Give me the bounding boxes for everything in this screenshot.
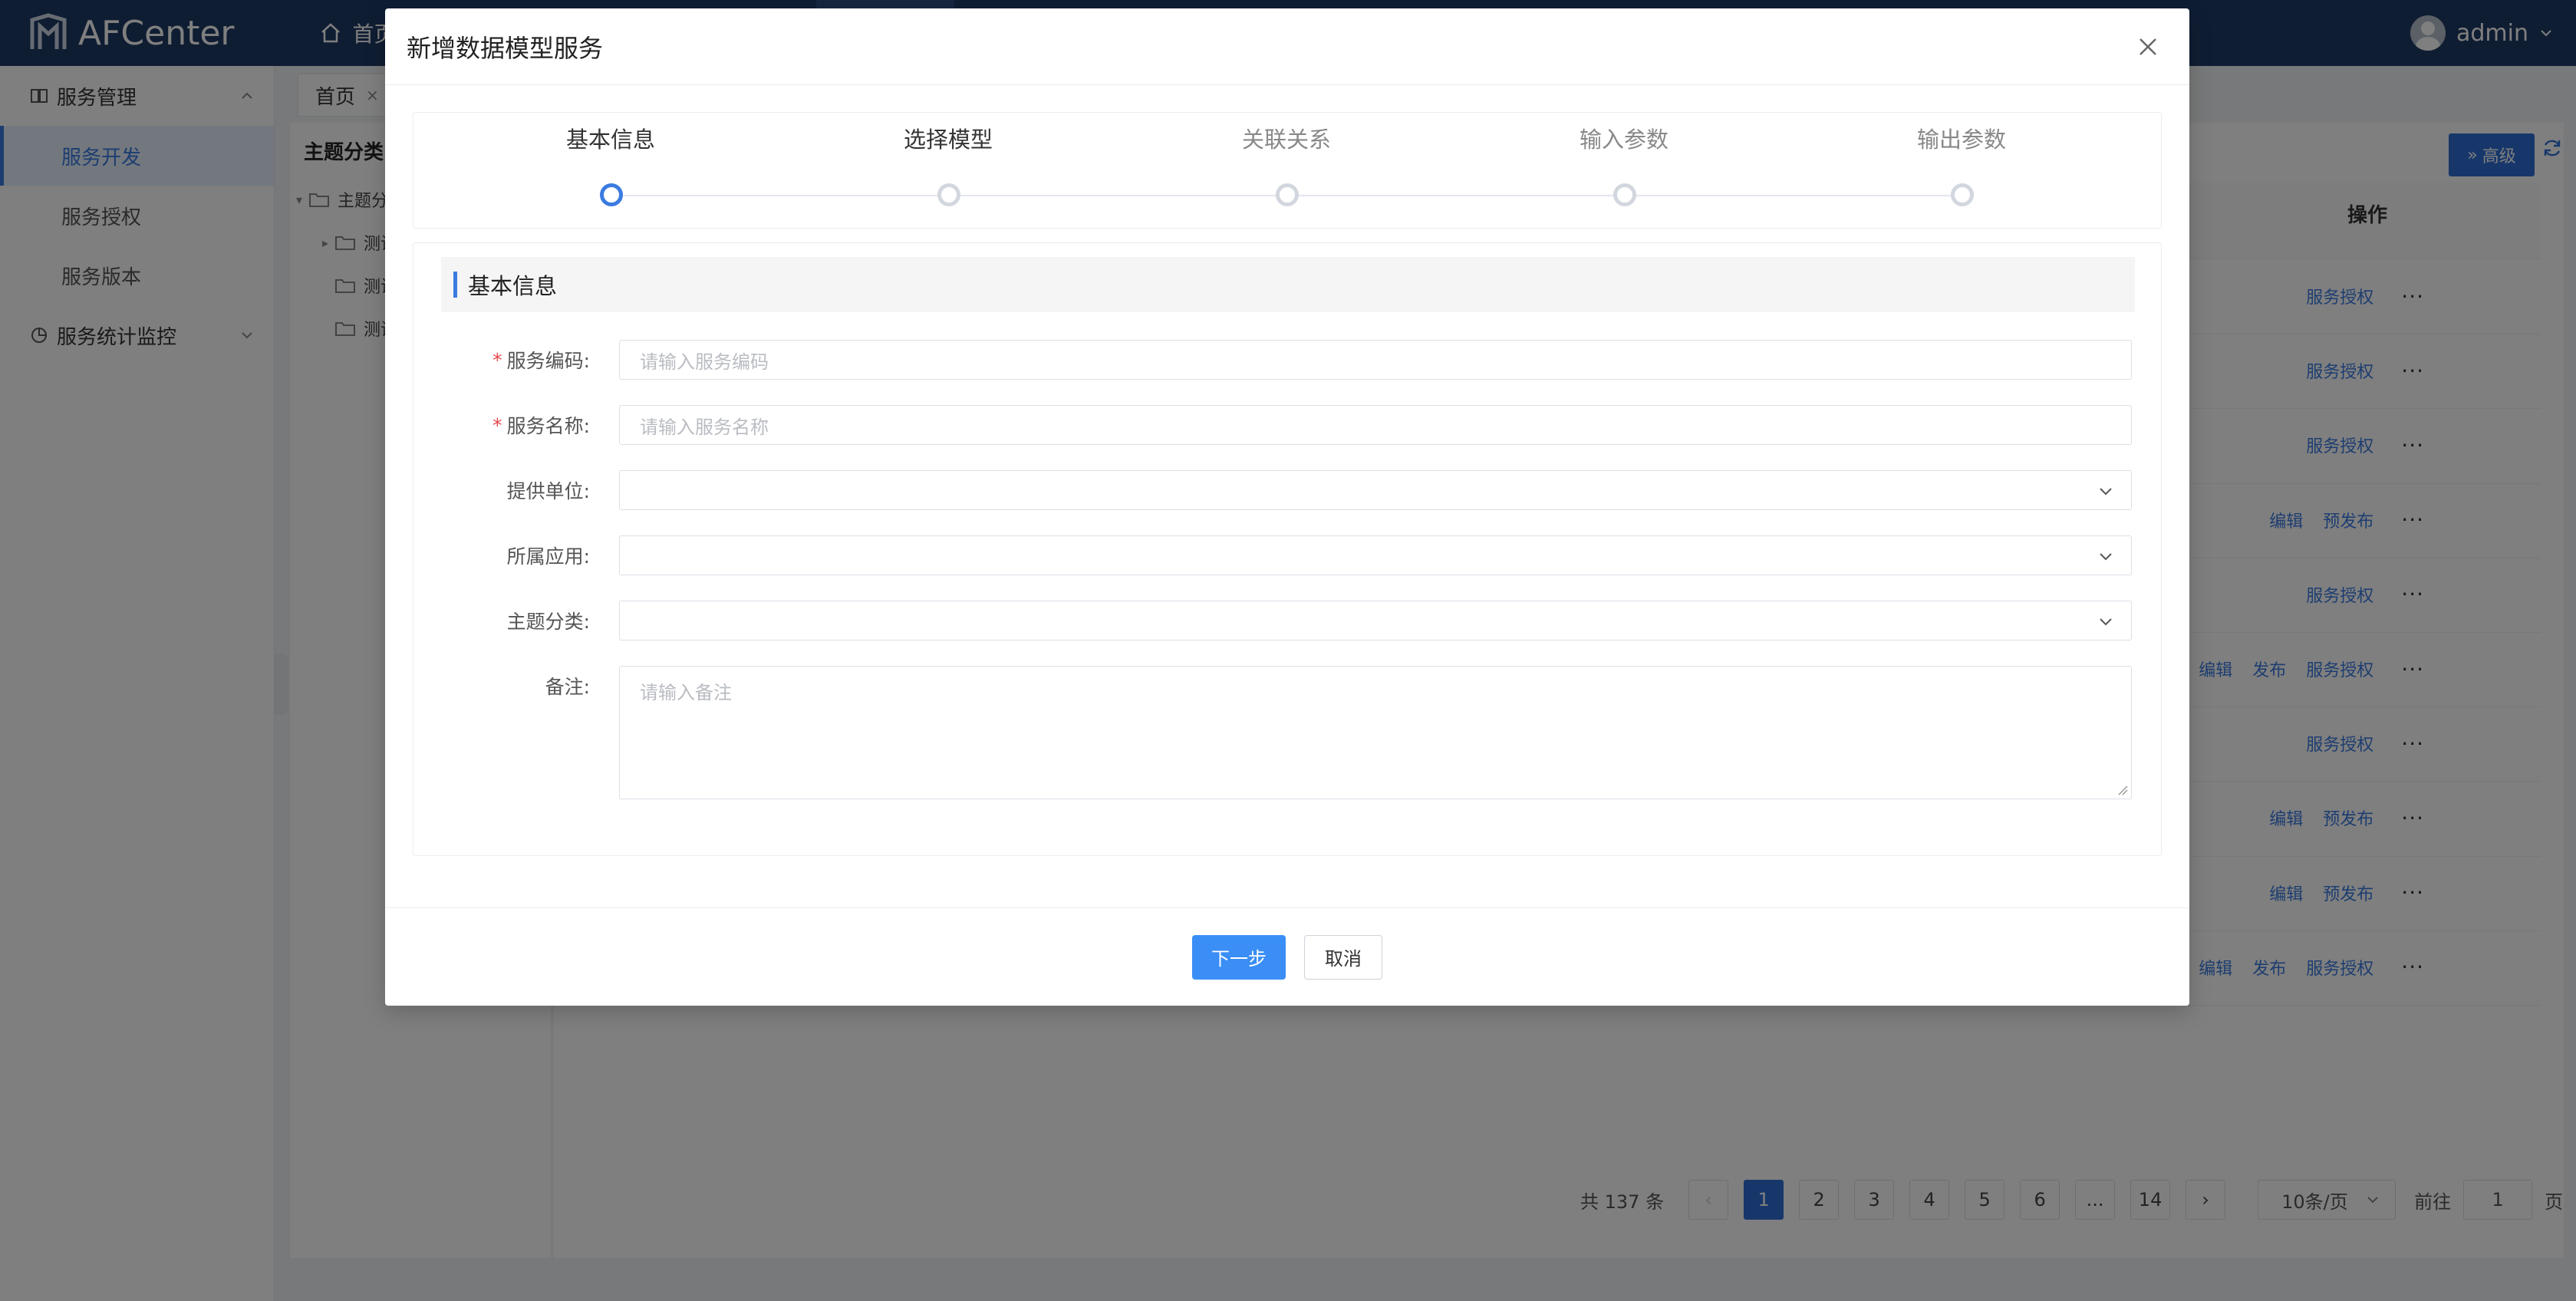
service-name-input[interactable]: 请输入服务名称 <box>619 405 2132 445</box>
form-row-provider-unit: 提供单位: <box>413 470 2163 510</box>
textarea-placeholder: 请输入备注 <box>640 682 732 703</box>
step-dot <box>600 183 623 206</box>
step-label: 基本信息 <box>565 127 655 153</box>
step-dot <box>937 183 960 206</box>
step-select-model[interactable]: 选择模型 <box>833 113 1063 229</box>
step-label: 选择模型 <box>903 127 993 153</box>
steps-indicator: 基本信息 选择模型 关联关系 输入参数 输出参数 <box>413 112 2162 229</box>
modal-title: 新增数据模型服务 <box>407 33 604 63</box>
field-label: 提供单位: <box>413 470 590 510</box>
field-label-text: 所属应用: <box>506 545 590 568</box>
required-mark: * <box>492 413 502 436</box>
step-label: 输入参数 <box>1579 127 1668 153</box>
form-row-service-name: * 服务名称: 请输入服务名称 <box>413 405 2163 445</box>
field-label-text: 服务名称: <box>506 415 590 437</box>
add-service-modal: 新增数据模型服务 基本信息 选择模型 关联关系 输入参数 输出参数 基本信息 *… <box>385 8 2189 1006</box>
field-label: * 服务编码: <box>413 340 590 380</box>
required-mark: * <box>492 348 502 371</box>
step-relations[interactable]: 关联关系 <box>1171 113 1402 229</box>
field-label: 所属应用: <box>413 535 590 575</box>
input-placeholder: 请输入服务名称 <box>640 416 769 438</box>
close-icon[interactable] <box>2136 35 2160 59</box>
form-row-application: 所属应用: <box>413 535 2163 575</box>
step-output-params[interactable]: 输出参数 <box>1846 113 2077 229</box>
cancel-button[interactable]: 取消 <box>1304 934 1382 980</box>
field-label-text: 主题分类: <box>506 611 590 633</box>
input-placeholder: 请输入服务编码 <box>640 351 769 373</box>
step-input-params[interactable]: 输入参数 <box>1509 113 1739 229</box>
step-dot <box>1276 183 1299 206</box>
modal-header: 新增数据模型服务 <box>385 8 2189 85</box>
field-label-text: 备注: <box>545 676 590 698</box>
field-label-text: 提供单位: <box>506 480 590 502</box>
next-step-button[interactable]: 下一步 <box>1192 934 1286 980</box>
basic-info-form: 基本信息 * 服务编码: 请输入服务编码 * 服务名称: 请输入服务名称 提供单… <box>413 242 2162 856</box>
chevron-down-icon <box>2100 553 2112 561</box>
resize-handle-icon[interactable] <box>2117 785 2128 795</box>
chevron-down-icon <box>2100 488 2112 496</box>
form-row-topic-category: 主题分类: <box>413 601 2163 641</box>
modal-footer: 下一步 取消 <box>385 907 2189 1006</box>
form-row-service-code: * 服务编码: 请输入服务编码 <box>413 340 2163 380</box>
service-code-input[interactable]: 请输入服务编码 <box>619 340 2132 380</box>
chevron-down-icon <box>2100 618 2112 626</box>
section-accent-bar <box>453 272 457 298</box>
section-title: 基本信息 <box>468 273 558 299</box>
field-label: 备注: <box>413 666 590 706</box>
remark-textarea[interactable]: 请输入备注 <box>619 666 2132 799</box>
step-basic-info[interactable]: 基本信息 <box>496 113 726 229</box>
application-select[interactable] <box>619 535 2132 575</box>
topic-category-select[interactable] <box>619 601 2132 641</box>
step-label: 输出参数 <box>1916 127 2006 153</box>
step-dot <box>1951 183 1974 206</box>
section-header: 基本信息 <box>441 257 2135 312</box>
field-label: * 服务名称: <box>413 405 590 445</box>
field-label-text: 服务编码: <box>506 350 590 372</box>
field-label: 主题分类: <box>413 601 590 641</box>
step-label: 关联关系 <box>1241 127 1331 153</box>
form-row-remark: 备注: 请输入备注 <box>413 666 2163 799</box>
step-dot <box>1613 183 1636 206</box>
provider-unit-select[interactable] <box>619 470 2132 510</box>
